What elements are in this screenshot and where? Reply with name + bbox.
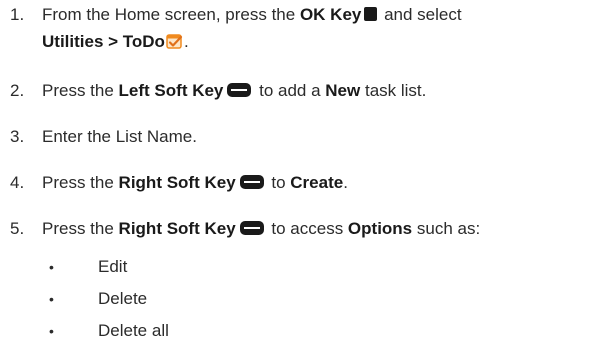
bullet: • [49,259,54,275]
key-name: Right Soft Key [118,173,236,192]
instructions-document: 1. From the Home screen, press the OK Ke… [10,5,481,340]
menu-path: Utilities > ToDo [42,32,165,51]
option-label: Delete [98,289,148,308]
key-name: Right Soft Key [118,219,236,238]
step-number: 5. [10,219,25,238]
step-number: 4. [10,173,25,192]
step-text: Enter the List Name. [42,127,197,146]
bullet: • [49,323,54,339]
step-number: 1. [10,5,25,24]
key-name: Left Soft Key [118,81,224,100]
step-text: and select [379,5,462,24]
step-number: 2. [10,81,25,100]
step-text: From the Home screen, press the [42,5,300,24]
step-number: 3. [10,127,25,146]
todo-app-icon [166,32,184,49]
soft-key-icon [239,175,264,189]
bullet: • [49,291,54,307]
option-label: Edit [98,257,128,276]
key-name: OK Key [299,5,362,24]
ok-key-icon [364,7,378,21]
soft-key-icon [227,83,252,97]
option-label: Delete all [98,321,169,340]
soft-key-icon [239,221,264,235]
